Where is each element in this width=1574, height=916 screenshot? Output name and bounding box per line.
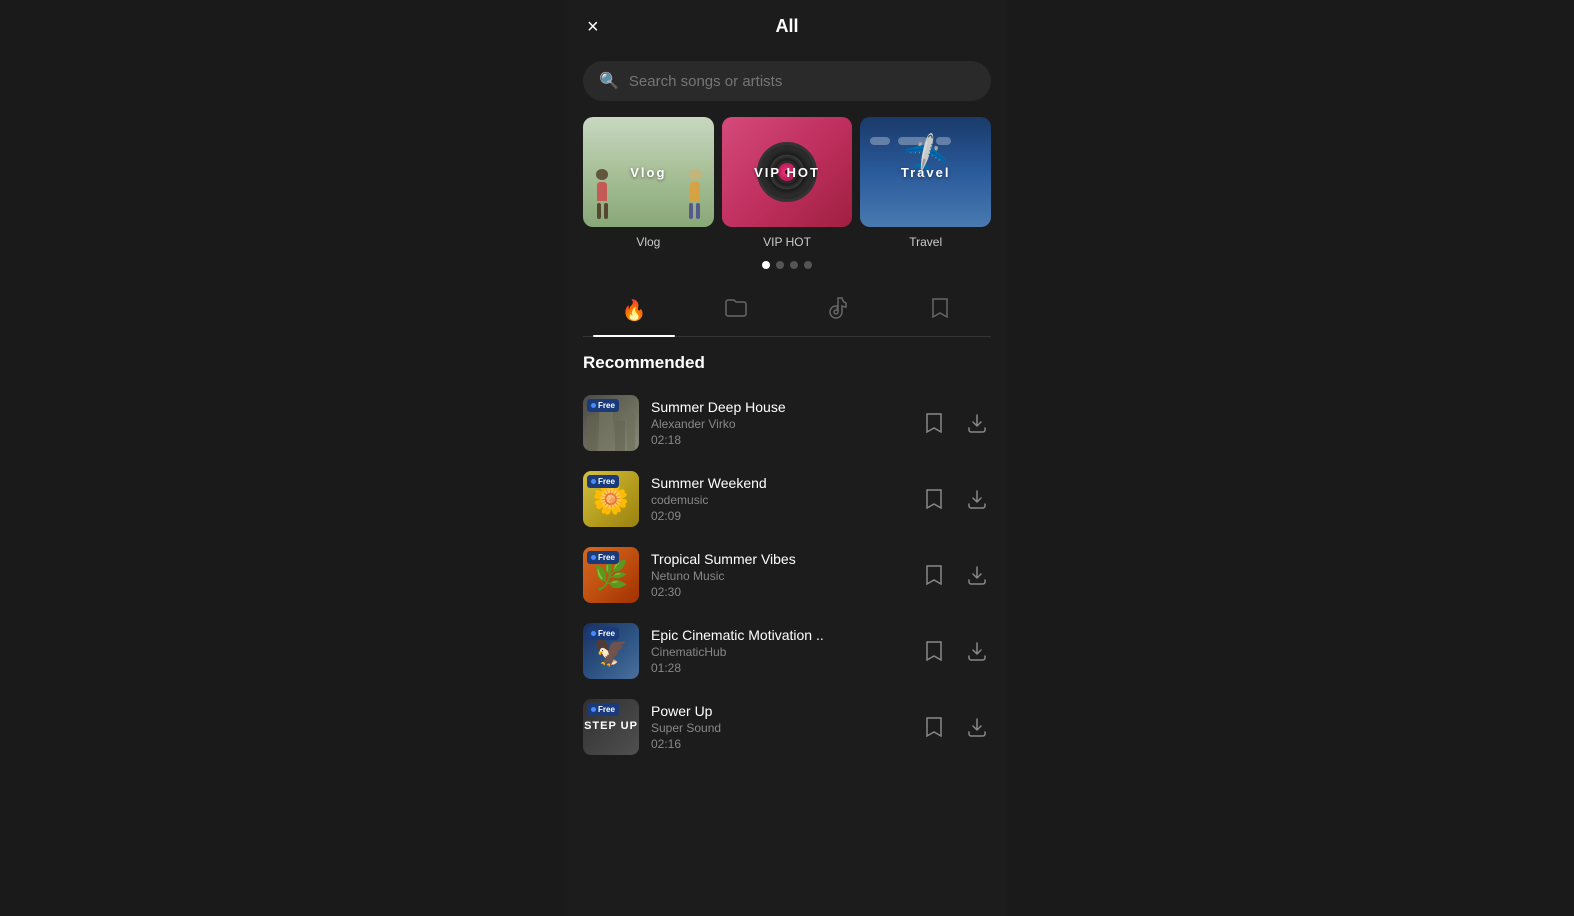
song-info-5: Power Up Super Sound 02:16	[651, 703, 909, 751]
header: × All	[567, 0, 1007, 53]
category-name-vlog: Vlog	[583, 235, 714, 249]
recommended-title: Recommended	[583, 353, 991, 373]
viphot-label-overlay: VIP HOT	[722, 117, 853, 227]
song-actions-5	[921, 712, 991, 742]
bookmark-icon-1	[925, 412, 943, 434]
dot-4[interactable]	[804, 261, 812, 269]
free-badge-3: Free	[587, 551, 619, 564]
viphot-label: VIP HOT	[754, 165, 820, 180]
song-thumb-5: Free STEP UP	[583, 699, 639, 755]
song-list: Free Summer Deep House Alexander Virko 0…	[583, 385, 991, 765]
free-badge-1: Free	[587, 399, 619, 412]
song-duration-2: 02:09	[651, 509, 909, 523]
category-name-viphot: VIP HOT	[722, 235, 853, 249]
category-card-viphot[interactable]: VIP HOT	[722, 117, 853, 227]
search-icon: 🔍	[599, 71, 619, 91]
song-artist-2: codemusic	[651, 493, 909, 507]
free-badge-4: Free	[587, 627, 619, 640]
song-actions-2	[921, 484, 991, 514]
tiktok-icon	[828, 297, 848, 324]
song-title-3: Tropical Summer Vibes	[651, 551, 909, 567]
download-icon-1	[967, 413, 987, 433]
free-badge-2: Free	[587, 475, 619, 488]
song-info-3: Tropical Summer Vibes Netuno Music 02:30	[651, 551, 909, 599]
bookmark-button-5[interactable]	[921, 712, 947, 742]
song-item-4[interactable]: Free 🦅 Epic Cinematic Motivation .. Cine…	[583, 613, 991, 689]
folder-icon	[725, 299, 747, 322]
song-title-4: Epic Cinematic Motivation ..	[651, 627, 909, 643]
free-badge-5: Free	[587, 703, 619, 716]
category-card-travel[interactable]: ✈️ Travel	[860, 117, 991, 227]
song-artist-4: CinematicHub	[651, 645, 909, 659]
song-info-4: Epic Cinematic Motivation .. CinematicHu…	[651, 627, 909, 675]
pagination-dots	[583, 253, 991, 285]
categories-section: Vlog VIP HOT	[567, 117, 1007, 285]
song-thumb-1: Free	[583, 395, 639, 451]
dot-1[interactable]	[762, 261, 770, 269]
tabs-row: 🔥	[583, 285, 991, 337]
song-duration-5: 02:16	[651, 737, 909, 751]
bookmark-icon-5	[925, 716, 943, 738]
song-artist-5: Super Sound	[651, 721, 909, 735]
dot-2[interactable]	[776, 261, 784, 269]
category-card-vlog[interactable]: Vlog	[583, 117, 714, 227]
download-icon-4	[967, 641, 987, 661]
download-button-3[interactable]	[963, 561, 991, 589]
travel-label-overlay: Travel	[860, 117, 991, 227]
header-title: All	[775, 16, 798, 37]
download-icon-2	[967, 489, 987, 509]
download-icon-3	[967, 565, 987, 585]
bookmark-button-4[interactable]	[921, 636, 947, 666]
bookmark-button-1[interactable]	[921, 408, 947, 438]
song-title-2: Summer Weekend	[651, 475, 909, 491]
tab-tiktok[interactable]	[787, 285, 889, 336]
song-title-5: Power Up	[651, 703, 909, 719]
song-info-2: Summer Weekend codemusic 02:09	[651, 475, 909, 523]
bookmark-button-2[interactable]	[921, 484, 947, 514]
vlog-label-overlay: Vlog	[583, 117, 714, 227]
song-duration-4: 01:28	[651, 661, 909, 675]
song-artist-3: Netuno Music	[651, 569, 909, 583]
category-names: Vlog VIP HOT Travel	[583, 227, 991, 253]
dot-3[interactable]	[790, 261, 798, 269]
tab-folder[interactable]	[685, 285, 787, 336]
download-button-5[interactable]	[963, 713, 991, 741]
download-button-2[interactable]	[963, 485, 991, 513]
song-item-5[interactable]: Free STEP UP Power Up Super Sound 02:16	[583, 689, 991, 765]
song-item-2[interactable]: Free 🌼 Summer Weekend codemusic 02:09	[583, 461, 991, 537]
tab-bookmark[interactable]	[889, 285, 991, 336]
bookmark-icon-3	[925, 564, 943, 586]
song-duration-1: 02:18	[651, 433, 909, 447]
song-actions-1	[921, 408, 991, 438]
app-container: × All 🔍	[567, 0, 1007, 916]
song-actions-3	[921, 560, 991, 590]
song-actions-4	[921, 636, 991, 666]
vlog-label: Vlog	[630, 165, 666, 180]
recommended-section: Recommended Free	[567, 337, 1007, 765]
download-icon-5	[967, 717, 987, 737]
download-button-1[interactable]	[963, 409, 991, 437]
song-thumb-3: Free 🌿	[583, 547, 639, 603]
bookmark-tab-icon	[931, 297, 949, 324]
song-thumb-4: Free 🦅	[583, 623, 639, 679]
search-bar: 🔍	[583, 61, 991, 101]
song-info-1: Summer Deep House Alexander Virko 02:18	[651, 399, 909, 447]
travel-label: Travel	[901, 165, 951, 180]
song-item-3[interactable]: Free 🌿 Tropical Summer Vibes Netuno Musi…	[583, 537, 991, 613]
song-thumb-2: Free 🌼	[583, 471, 639, 527]
category-name-travel: Travel	[860, 235, 991, 249]
categories-grid: Vlog VIP HOT	[583, 117, 991, 227]
close-button[interactable]: ×	[583, 13, 603, 41]
song-item-1[interactable]: Free Summer Deep House Alexander Virko 0…	[583, 385, 991, 461]
download-button-4[interactable]	[963, 637, 991, 665]
search-input[interactable]	[629, 73, 975, 90]
song-artist-1: Alexander Virko	[651, 417, 909, 431]
tab-hot[interactable]: 🔥	[583, 285, 685, 336]
flame-icon: 🔥	[622, 298, 647, 323]
song-title-1: Summer Deep House	[651, 399, 909, 415]
song-duration-3: 02:30	[651, 585, 909, 599]
bookmark-icon-2	[925, 488, 943, 510]
bookmark-icon-4	[925, 640, 943, 662]
bookmark-button-3[interactable]	[921, 560, 947, 590]
